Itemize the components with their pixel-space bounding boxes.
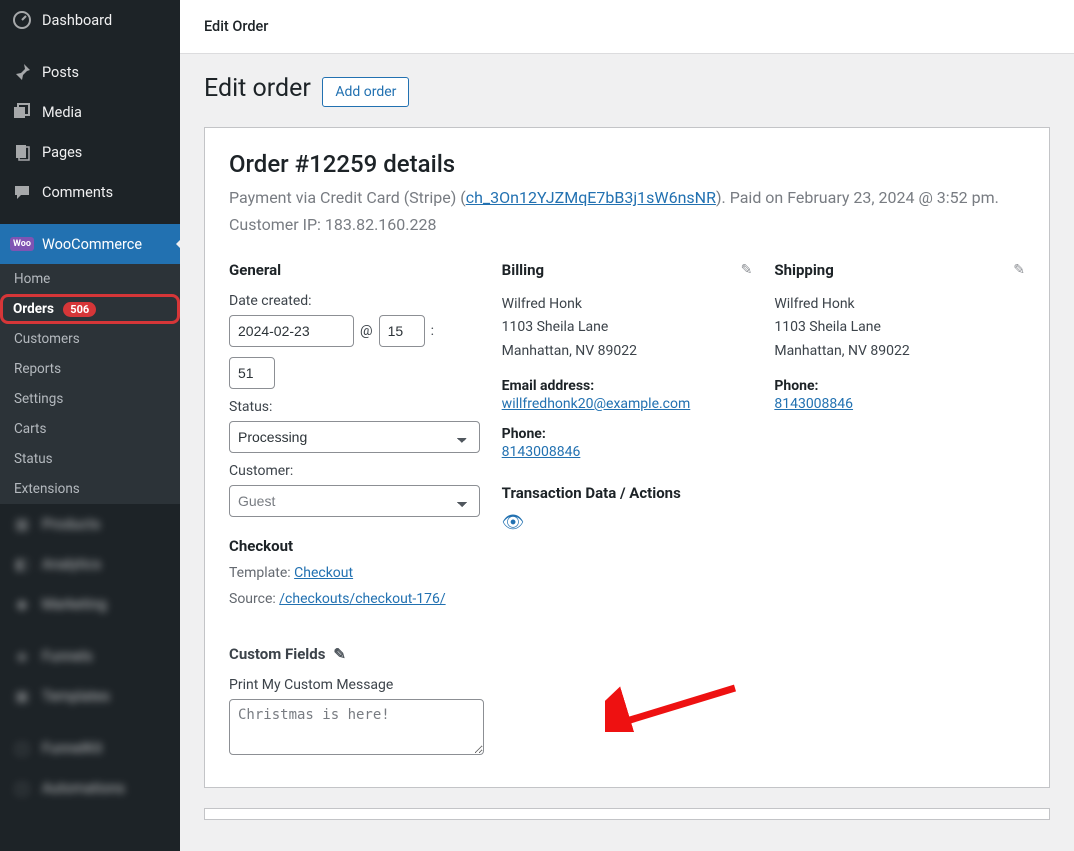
order-subheading: Payment via Credit Card (Stripe) (ch_3On… <box>229 184 1025 238</box>
template-link[interactable]: Checkout <box>294 565 353 581</box>
pages-icon <box>12 142 32 162</box>
status-label: Status: <box>229 399 480 415</box>
sidebar-item-pages[interactable]: Pages <box>0 132 180 172</box>
date-input[interactable] <box>229 315 354 347</box>
sidebar-sub-status[interactable]: Status <box>0 444 180 474</box>
hour-input[interactable] <box>379 315 425 347</box>
sidebar-sub-label: Orders <box>13 301 54 317</box>
sidebar-label: Media <box>42 104 82 121</box>
woocommerce-submenu: Home Orders 506 Customers Reports Settin… <box>0 264 180 504</box>
breadcrumb: Edit Order <box>204 18 268 35</box>
sidebar-item-posts[interactable]: Posts <box>0 52 180 92</box>
page-title: Edit order <box>204 74 311 103</box>
top-bar: Edit Order <box>180 0 1074 54</box>
dashboard-icon <box>12 10 32 30</box>
checkout-heading: Checkout <box>229 537 480 555</box>
billing-address: Wilfred Honk 1103 Sheila Lane Manhattan,… <box>502 293 753 364</box>
email-heading: Email address: <box>502 378 753 394</box>
source-link[interactable]: /checkouts/checkout-176/ <box>279 591 445 607</box>
admin-sidebar: Dashboard Posts Media Pages Comments Woo… <box>0 0 180 851</box>
sidebar-sub-settings[interactable]: Settings <box>0 384 180 414</box>
sidebar-sub-reports[interactable]: Reports <box>0 354 180 384</box>
sidebar-label: Dashboard <box>42 12 112 29</box>
sidebar-blurred-section: ▦Products ◧Analytics ◆Marketing ◈Funnels… <box>0 504 180 808</box>
custom-fields-heading: Custom Fields ✎ <box>229 645 1025 663</box>
sidebar-item-media[interactable]: Media <box>0 92 180 132</box>
eye-icon[interactable]: 👁 <box>502 512 525 533</box>
woocommerce-icon: Woo <box>12 234 32 254</box>
billing-column: Billing ✎ Wilfred Honk 1103 Sheila Lane … <box>502 261 753 617</box>
sidebar-item-woocommerce[interactable]: Woo WooCommerce <box>0 224 180 264</box>
shipping-phone-link[interactable]: 8143008846 <box>774 396 853 412</box>
billing-heading: Billing <box>502 261 544 279</box>
phone-heading: Phone: <box>502 426 753 442</box>
customer-label: Customer: <box>229 463 480 479</box>
edit-custom-fields-icon[interactable]: ✎ <box>333 645 346 663</box>
sidebar-sub-customers[interactable]: Customers <box>0 324 180 354</box>
pin-icon <box>12 62 32 82</box>
order-details-box: Order #12259 details Payment via Credit … <box>204 127 1050 787</box>
transaction-heading: Transaction Data / Actions <box>502 484 753 502</box>
sidebar-item-dashboard[interactable]: Dashboard <box>0 0 180 40</box>
sidebar-sub-carts[interactable]: Carts <box>0 414 180 444</box>
shipping-column: Shipping ✎ Wilfred Honk 1103 Sheila Lane… <box>774 261 1025 617</box>
shipping-address: Wilfred Honk 1103 Sheila Lane Manhattan,… <box>774 293 1025 364</box>
sidebar-label: Posts <box>42 64 79 81</box>
next-box <box>204 808 1050 820</box>
status-select[interactable]: Processing <box>229 421 480 453</box>
sidebar-label: Comments <box>42 184 113 201</box>
sidebar-label: Pages <box>42 144 82 161</box>
orders-count-badge: 506 <box>63 302 96 317</box>
add-order-button[interactable]: Add order <box>322 77 409 107</box>
sidebar-sub-home[interactable]: Home <box>0 264 180 294</box>
customer-select[interactable]: Guest <box>229 485 480 517</box>
media-icon <box>12 102 32 122</box>
general-heading: General <box>229 261 281 279</box>
general-column: General Date created: @ : Status: <box>229 261 480 617</box>
date-created-label: Date created: <box>229 293 480 309</box>
edit-billing-icon[interactable]: ✎ <box>741 262 753 278</box>
ship-phone-heading: Phone: <box>774 378 1025 394</box>
custom-message-textarea[interactable] <box>229 699 484 755</box>
sidebar-sub-orders[interactable]: Orders 506 <box>0 294 180 324</box>
transaction-link[interactable]: ch_3On12YJZMqE7bB3j1sW6nsNR <box>466 188 716 207</box>
order-heading: Order #12259 details <box>229 150 1025 178</box>
shipping-heading: Shipping <box>774 261 833 279</box>
minute-input[interactable] <box>229 357 275 389</box>
sidebar-label: WooCommerce <box>42 236 142 253</box>
billing-phone-link[interactable]: 8143008846 <box>502 444 581 460</box>
billing-email-link[interactable]: willfredhonk20@example.com <box>502 396 691 412</box>
main-content: Edit Order Edit order Add order Order #1… <box>180 0 1074 851</box>
edit-shipping-icon[interactable]: ✎ <box>1013 262 1025 278</box>
custom-field-label: Print My Custom Message <box>229 677 1025 693</box>
sidebar-sub-extensions[interactable]: Extensions <box>0 474 180 504</box>
comments-icon <box>12 182 32 202</box>
sidebar-item-comments[interactable]: Comments <box>0 172 180 212</box>
